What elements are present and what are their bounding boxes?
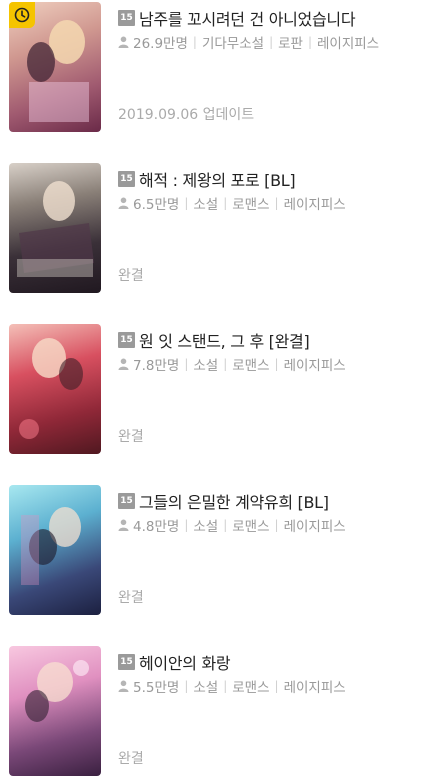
completion-status: 완결: [118, 590, 144, 606]
divider: |: [184, 196, 189, 210]
category-tag: 소설: [193, 680, 219, 696]
divider: |: [274, 679, 279, 693]
list-item[interactable]: 15 해적 : 제왕의 포로 [BL] 6.5만명 | 소설 | 로맨스 | 레…: [0, 163, 432, 303]
view-count: 26.9만명: [133, 36, 188, 52]
update-status: 2019.09.06 업데이트: [118, 107, 255, 123]
age-rating-badge: 15: [118, 332, 135, 348]
book-cover[interactable]: [9, 646, 101, 776]
novel-list: 15 남주를 꼬시려던 건 아니었습니다 26.9만명 | 기다무소설 | 로판…: [0, 0, 432, 780]
item-title[interactable]: 해적 : 제왕의 포로 [BL]: [139, 167, 296, 191]
item-info: 15 남주를 꼬시려던 건 아니었습니다 26.9만명 | 기다무소설 | 로판…: [118, 6, 428, 53]
item-title[interactable]: 남주를 꼬시려던 건 아니었습니다: [139, 6, 356, 30]
list-item[interactable]: 15 남주를 꼬시려던 건 아니었습니다 26.9만명 | 기다무소설 | 로판…: [0, 2, 432, 142]
clock-icon: [14, 7, 30, 23]
publisher-tag: 레이지피스: [283, 680, 346, 696]
wait-free-badge: [9, 2, 35, 28]
genre-tag: 로맨스: [232, 519, 270, 535]
item-info: 15 원 잇 스탠드, 그 후 [완결] 7.8만명 | 소설 | 로맨스 | …: [118, 328, 428, 375]
item-info: 15 해적 : 제왕의 포로 [BL] 6.5만명 | 소설 | 로맨스 | 레…: [118, 167, 428, 214]
title-row[interactable]: 15 헤이안의 화랑: [118, 650, 428, 674]
person-icon: [118, 680, 129, 692]
divider: |: [223, 196, 228, 210]
book-cover[interactable]: [9, 163, 101, 293]
category-tag: 소설: [193, 358, 219, 374]
cover-illustration: [19, 338, 83, 439]
person-icon: [118, 197, 129, 209]
divider: |: [269, 35, 274, 49]
cover-illustration: [25, 660, 89, 722]
age-rating-badge: 15: [118, 493, 135, 509]
age-rating-badge: 15: [118, 171, 135, 187]
item-title[interactable]: 원 잇 스탠드, 그 후 [완결]: [139, 328, 310, 352]
category-tag: 소설: [193, 197, 219, 213]
category-tag: 기다무소설: [201, 36, 265, 52]
publisher-tag: 레이지피스: [283, 197, 346, 213]
cover-illustration: [17, 181, 94, 277]
item-meta: 5.5만명 | 소설 | 로맨스 | 레이지피스: [118, 675, 428, 697]
item-meta: 26.9만명 | 기다무소설 | 로판 | 레이지피스: [118, 31, 428, 53]
genre-tag: 로판: [278, 36, 303, 52]
view-count: 5.5만명: [133, 680, 180, 696]
book-cover[interactable]: [9, 324, 101, 454]
divider: |: [307, 35, 312, 49]
person-icon: [118, 36, 129, 48]
divider: |: [192, 35, 197, 49]
divider: |: [184, 357, 189, 371]
book-cover[interactable]: [9, 2, 101, 132]
cover-illustration: [21, 507, 81, 585]
view-count: 4.8만명: [133, 519, 180, 535]
category-tag: 소설: [193, 519, 219, 535]
title-row[interactable]: 15 남주를 꼬시려던 건 아니었습니다: [118, 6, 428, 30]
item-title[interactable]: 그들의 은밀한 계약유희 [BL]: [139, 489, 329, 513]
divider: |: [274, 518, 279, 532]
publisher-tag: 레이지피스: [283, 358, 346, 374]
completion-status: 완결: [118, 268, 144, 284]
item-meta: 7.8만명 | 소설 | 로맨스 | 레이지피스: [118, 353, 428, 375]
divider: |: [223, 679, 228, 693]
age-rating-badge: 15: [118, 10, 135, 26]
divider: |: [223, 518, 228, 532]
divider: |: [274, 357, 279, 371]
completion-status: 완결: [118, 751, 144, 767]
person-icon: [118, 519, 129, 531]
title-row[interactable]: 15 원 잇 스탠드, 그 후 [완결]: [118, 328, 428, 352]
divider: |: [223, 357, 228, 371]
completion-status: 완결: [118, 429, 144, 445]
view-count: 7.8만명: [133, 358, 180, 374]
publisher-tag: 레이지피스: [283, 519, 346, 535]
item-meta: 6.5만명 | 소설 | 로맨스 | 레이지피스: [118, 192, 428, 214]
title-row[interactable]: 15 해적 : 제왕의 포로 [BL]: [118, 167, 428, 191]
list-item[interactable]: 15 헤이안의 화랑 5.5만명 | 소설 | 로맨스 | 레이지피스 완결: [0, 646, 432, 780]
title-row[interactable]: 15 그들의 은밀한 계약유희 [BL]: [118, 489, 428, 513]
item-info: 15 그들의 은밀한 계약유희 [BL] 4.8만명 | 소설 | 로맨스 | …: [118, 489, 428, 536]
item-title[interactable]: 헤이안의 화랑: [139, 650, 231, 674]
divider: |: [184, 518, 189, 532]
genre-tag: 로맨스: [232, 358, 270, 374]
list-item[interactable]: 15 그들의 은밀한 계약유희 [BL] 4.8만명 | 소설 | 로맨스 | …: [0, 485, 432, 625]
divider: |: [274, 196, 279, 210]
item-info: 15 헤이안의 화랑 5.5만명 | 소설 | 로맨스 | 레이지피스: [118, 650, 428, 697]
age-rating-badge: 15: [118, 654, 135, 670]
book-cover[interactable]: [9, 485, 101, 615]
publisher-tag: 레이지피스: [317, 36, 380, 52]
item-meta: 4.8만명 | 소설 | 로맨스 | 레이지피스: [118, 514, 428, 536]
list-item[interactable]: 15 원 잇 스탠드, 그 후 [완결] 7.8만명 | 소설 | 로맨스 | …: [0, 324, 432, 464]
genre-tag: 로맨스: [232, 197, 270, 213]
genre-tag: 로맨스: [232, 680, 270, 696]
person-icon: [118, 358, 129, 370]
view-count: 6.5만명: [133, 197, 180, 213]
divider: |: [184, 679, 189, 693]
